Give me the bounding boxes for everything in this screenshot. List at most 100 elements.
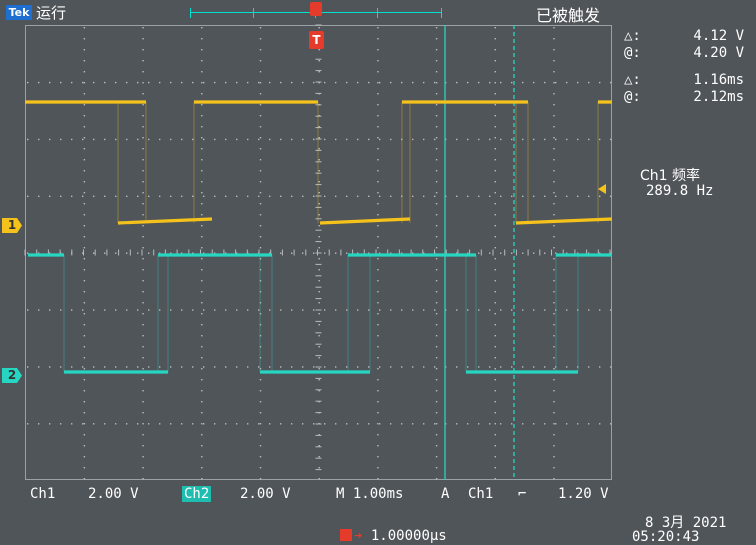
grid-dot <box>318 379 320 381</box>
grid-dot <box>435 478 438 480</box>
grid-dot <box>181 423 183 425</box>
grid-dot <box>553 346 555 348</box>
grid-dot <box>280 423 282 425</box>
grid-dot <box>291 252 293 254</box>
grid-dot <box>201 412 203 414</box>
grid-dot <box>544 195 546 198</box>
grid-dot <box>377 269 379 271</box>
grid-dot <box>318 159 320 161</box>
grid-dot <box>377 192 379 194</box>
grid-dot <box>346 423 348 425</box>
grid-dot <box>142 280 144 282</box>
grid-dot <box>318 302 320 304</box>
ch1-trace-edges <box>117 102 599 223</box>
grid-dot <box>588 423 590 425</box>
grid-dot <box>494 115 496 117</box>
grid-dot <box>126 138 128 141</box>
grid-dot <box>435 434 438 436</box>
grid-dot <box>423 138 425 141</box>
grid-dot <box>377 159 379 161</box>
grid-dot <box>435 456 438 458</box>
grid-dot <box>142 346 144 348</box>
grid-dot <box>159 366 161 368</box>
grid-dot <box>137 423 139 425</box>
grid-dot <box>390 309 392 311</box>
grid-dot <box>390 366 392 368</box>
grid-dot <box>435 291 438 293</box>
grid-dot <box>435 324 438 326</box>
grid-dot <box>610 195 612 198</box>
grid-dot <box>423 195 425 198</box>
trigger-slope-icon: ⌐ <box>518 486 527 502</box>
grid-dot <box>553 423 555 425</box>
grid-dot <box>533 366 535 368</box>
grid-dot <box>83 291 86 293</box>
grid-dot <box>555 138 557 141</box>
grid-dot <box>467 195 469 198</box>
grid-dot <box>201 115 203 117</box>
grid-dot <box>318 346 320 348</box>
grid-dot <box>82 195 84 198</box>
grid-dot <box>83 192 86 194</box>
grid-dot <box>346 195 348 198</box>
grid-dot <box>170 138 172 141</box>
grid-dot <box>494 192 496 194</box>
grid-dot <box>500 252 502 254</box>
grid-dot <box>318 247 320 249</box>
grid-dot <box>494 324 496 326</box>
grid-dot <box>533 195 535 198</box>
grid-dot <box>494 346 496 348</box>
grid-dot <box>368 195 370 198</box>
grid-dot <box>377 445 379 447</box>
grid-dot <box>588 309 590 311</box>
grid-dot <box>181 366 183 368</box>
grid-dot <box>258 423 260 425</box>
grid-dot <box>214 138 216 141</box>
grid-dot <box>142 445 144 447</box>
grid-dot <box>494 423 496 425</box>
grid-dot <box>82 423 84 425</box>
grid-dot <box>83 445 86 447</box>
grid-dot <box>269 195 271 198</box>
grid-dot <box>377 247 379 249</box>
grid-dot <box>318 192 320 194</box>
grid-dot <box>201 280 203 282</box>
grid-dot <box>142 467 144 469</box>
grid-dot <box>401 366 403 368</box>
grid-dot <box>203 423 205 425</box>
grid-dot <box>142 115 144 117</box>
grid-dot <box>201 181 203 183</box>
grid-dot <box>533 423 535 425</box>
grid-dot <box>494 467 496 469</box>
grid-dot <box>83 434 86 436</box>
grid-dot <box>83 137 86 139</box>
grid-dot <box>577 138 579 141</box>
grid-dot <box>494 225 496 227</box>
grid-dot <box>83 412 86 414</box>
timebase: M 1.00ms <box>336 486 404 502</box>
grid-dot <box>544 366 546 368</box>
grid-dot <box>435 346 438 348</box>
trigger-level-arrow-icon[interactable] <box>598 184 606 194</box>
grid-dot <box>192 195 194 198</box>
grid-dot <box>313 252 315 254</box>
grid-dot <box>27 366 29 368</box>
grid-dot <box>104 309 106 311</box>
grid-dot <box>148 423 150 425</box>
grid-dot <box>201 335 203 337</box>
grid-dot <box>377 181 379 183</box>
grid-dot <box>259 478 262 480</box>
grid-dot <box>553 467 555 469</box>
grid-dot <box>82 309 84 311</box>
grid-dot <box>148 195 150 198</box>
grid-dot <box>522 309 524 311</box>
grid-dot <box>377 401 379 403</box>
grid-dot <box>259 412 262 414</box>
grid-dot <box>104 138 106 141</box>
grid-dot <box>335 423 337 425</box>
voltage-cursor-readout: △: 4.12 V @: 4.20 V <box>0 28 756 68</box>
grid-dot <box>553 291 555 293</box>
grid-dot <box>494 181 496 183</box>
grid-dot <box>83 115 86 117</box>
grid-dot <box>318 445 320 447</box>
